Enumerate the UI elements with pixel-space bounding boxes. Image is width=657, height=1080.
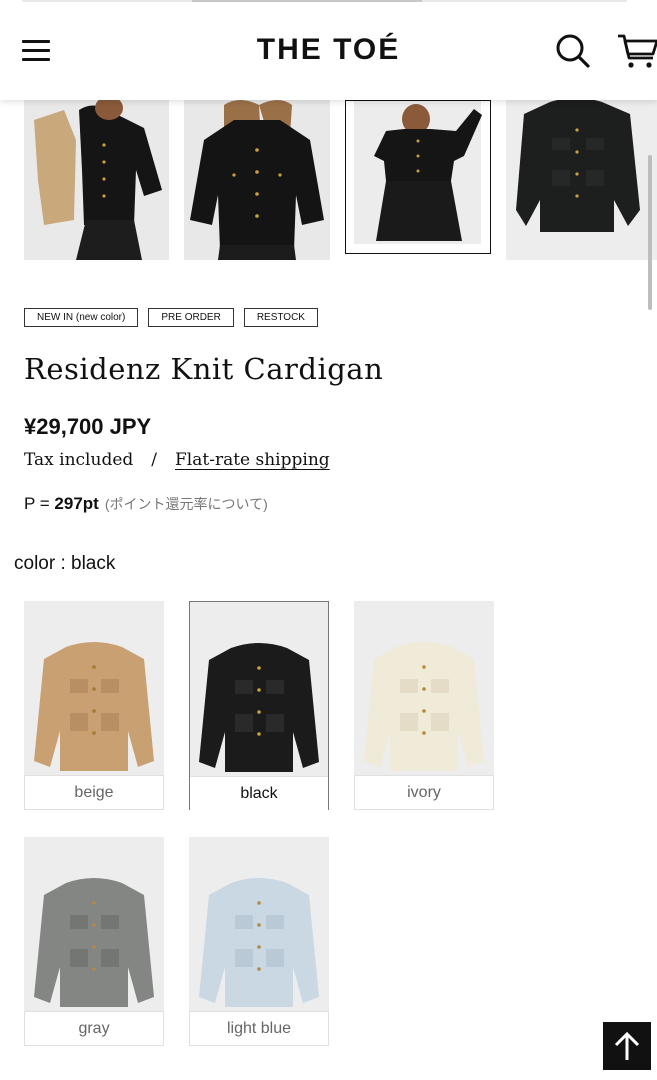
swatch-label-black: black [190,776,328,811]
color-swatch-ivory[interactable]: ivory [354,601,494,810]
top-scroll-indicator [22,0,627,2]
product-thumbnail-strip [0,100,657,260]
swatch-image-beige [24,601,164,775]
badge-restock: RESTOCK [243,308,318,327]
back-to-top-button[interactable] [603,1022,651,1070]
cart-icon[interactable] [615,32,657,70]
tax-included-text: Tax included [24,450,134,470]
color-swatch-black[interactable]: black [189,601,329,811]
separator: / [151,450,157,470]
product-thumbnail-4[interactable] [506,100,657,260]
product-thumbnail-1[interactable] [24,100,169,260]
product-thumbnail-3-selected[interactable] [345,100,491,254]
swatch-label-light-blue: light blue [189,1011,329,1046]
swatch-image-gray [24,837,164,1011]
site-header: THE TOÉ [0,0,657,100]
swatch-image-light-blue [189,837,329,1011]
color-swatch-light-blue[interactable]: light blue [189,837,329,1046]
product-badges: NEW IN (new color) PRE ORDER RESTOCK [24,308,318,327]
selected-color-label: color : black [14,553,116,574]
flat-rate-shipping-link[interactable]: Flat-rate shipping [175,450,330,470]
points-rate-link[interactable]: (ポイント還元率について) [105,496,268,512]
tax-shipping-line: Tax included / Flat-rate shipping [24,450,330,470]
points-value: 297pt [54,494,99,513]
arrow-up-icon [614,1031,640,1060]
swatch-label-gray: gray [24,1011,164,1046]
product-thumbnail-2[interactable] [184,100,330,260]
swatch-image-black [190,602,328,776]
swatch-label-beige: beige [24,775,164,810]
color-swatch-beige[interactable]: beige [24,601,164,810]
search-icon[interactable] [553,32,591,70]
page-scrollbar[interactable] [648,155,652,310]
swatch-image-ivory [354,601,494,775]
badge-new-in: NEW IN (new color) [24,308,139,327]
swatch-label-ivory: ivory [354,775,494,810]
product-title: Residenz Knit Cardigan [24,352,384,386]
points-info: P = 297pt (ポイント還元率について) [24,494,268,514]
badge-pre-order: PRE ORDER [148,308,234,327]
product-price: ¥29,700 JPY [24,414,152,439]
color-swatch-gray[interactable]: gray [24,837,164,1046]
points-prefix: P = [24,494,55,513]
